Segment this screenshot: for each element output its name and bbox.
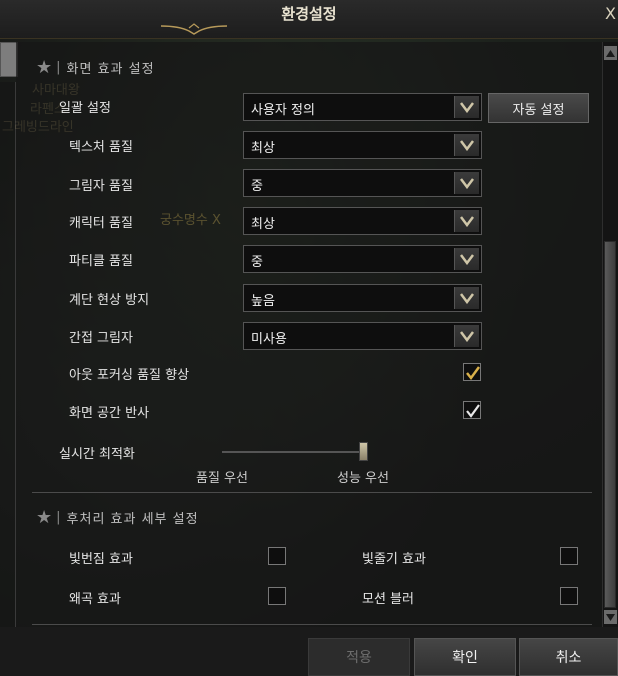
texture-quality-label: 텍스처 품질 — [69, 140, 133, 155]
chevron-down-icon[interactable] — [454, 172, 479, 194]
ssr-checkbox[interactable] — [463, 401, 481, 419]
section-divider — [32, 624, 592, 625]
close-button[interactable]: X — [605, 4, 616, 23]
confirm-button[interactable]: 확인 — [414, 638, 516, 676]
particle-quality-label: 파티클 품질 — [69, 254, 133, 269]
background-text: 그레빙드라인 — [2, 120, 74, 135]
indirect-shadow-select[interactable]: 미사용 — [243, 322, 482, 350]
apply-button[interactable]: 적용 — [308, 638, 410, 676]
bloom-label: 빛번짐 효과 — [69, 552, 133, 567]
distortion-checkbox[interactable] — [268, 587, 286, 605]
checkmark-icon — [466, 404, 480, 418]
select-value: 최상 — [251, 217, 275, 232]
anti-aliasing-select[interactable]: 높음 — [243, 284, 482, 312]
scroll-down-button[interactable] — [604, 610, 617, 624]
motion-blur-checkbox[interactable] — [560, 587, 578, 605]
title-bar: 환경설정 X — [0, 0, 618, 39]
header-separator: | — [56, 509, 61, 525]
select-value: 미사용 — [251, 332, 287, 347]
background-text: 사마대왕 — [32, 83, 80, 98]
ssr-label: 화면 공간 반사 — [69, 406, 150, 421]
side-panel — [0, 82, 16, 627]
light-shaft-checkbox[interactable] — [560, 547, 578, 565]
realtime-optimization-label: 실시간 최적화 — [59, 447, 135, 462]
select-value: 중 — [251, 179, 263, 194]
character-quality-select[interactable]: 최상 — [243, 207, 482, 235]
cancel-button[interactable]: 취소 — [519, 638, 618, 676]
section-header-display-effects: ★ | 화면 효과 설정 — [36, 56, 155, 78]
section-divider — [32, 492, 592, 493]
chevron-down-icon[interactable] — [454, 248, 479, 270]
distortion-label: 왜곡 효과 — [69, 592, 121, 607]
depth-of-field-label: 아웃 포커싱 품질 향상 — [69, 368, 190, 383]
depth-of-field-checkbox[interactable] — [463, 363, 481, 381]
section-title: 화면 효과 설정 — [66, 61, 155, 77]
select-value: 중 — [251, 255, 263, 270]
character-quality-label: 캐릭터 품질 — [69, 216, 133, 231]
optimization-slider-track[interactable] — [222, 451, 364, 453]
arrow-down-icon — [606, 613, 615, 621]
auto-setting-button[interactable]: 자동 설정 — [488, 93, 589, 123]
background-text: 궁수명수 X — [160, 213, 221, 228]
slider-right-label: 성능 우선 — [337, 471, 389, 486]
title-ornament-icon — [160, 23, 228, 35]
header-separator: | — [56, 59, 61, 75]
anti-aliasing-label: 계단 현상 방지 — [69, 293, 150, 308]
preset-label: 일괄 설정 — [59, 101, 111, 116]
slider-left-label: 품질 우선 — [196, 471, 248, 486]
star-icon: ★ — [36, 506, 53, 528]
shadow-quality-select[interactable]: 중 — [243, 169, 482, 197]
chevron-down-icon[interactable] — [454, 325, 479, 347]
shadow-quality-label: 그림자 품질 — [69, 179, 133, 194]
indirect-shadow-label: 간접 그림자 — [69, 331, 133, 346]
texture-quality-select[interactable]: 최상 — [243, 131, 482, 159]
motion-blur-label: 모션 블러 — [362, 592, 414, 607]
scrollbar-thumb[interactable] — [604, 241, 616, 608]
optimization-slider-handle[interactable] — [359, 442, 368, 461]
select-value: 높음 — [251, 294, 275, 309]
light-shaft-label: 빛줄기 효과 — [362, 552, 426, 567]
select-value: 사용자 정의 — [251, 103, 315, 118]
chevron-down-icon[interactable] — [454, 210, 479, 232]
scroll-up-button[interactable] — [604, 46, 617, 60]
section-header-post-processing: ★ | 후처리 효과 세부 설정 — [36, 506, 199, 528]
preset-select[interactable]: 사용자 정의 — [243, 93, 482, 121]
particle-quality-select[interactable]: 중 — [243, 245, 482, 273]
chevron-down-icon[interactable] — [454, 96, 479, 118]
star-icon: ★ — [36, 56, 53, 78]
select-value: 최상 — [251, 141, 275, 156]
chevron-down-icon[interactable] — [454, 134, 479, 156]
bloom-checkbox[interactable] — [268, 547, 286, 565]
section-title: 후처리 효과 세부 설정 — [66, 511, 199, 527]
checkmark-icon — [466, 366, 481, 381]
arrow-up-icon — [606, 49, 615, 57]
window-title: 환경설정 — [281, 5, 337, 23]
chevron-down-icon[interactable] — [454, 287, 479, 309]
